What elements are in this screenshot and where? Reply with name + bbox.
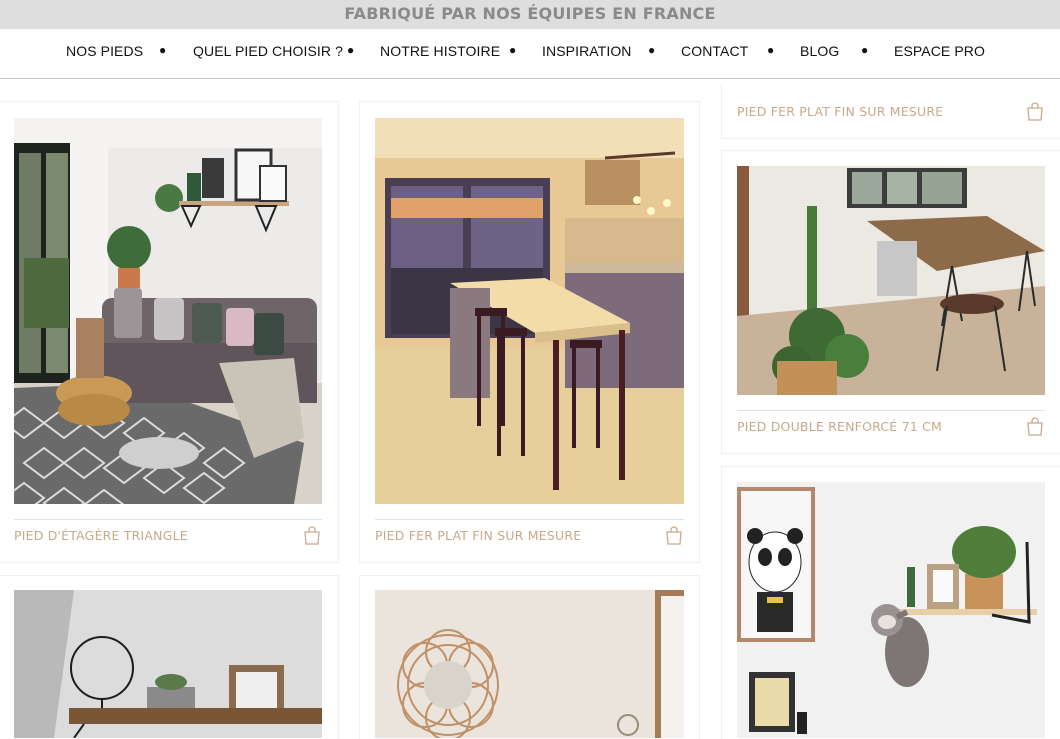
nav-separator: ●: [159, 43, 167, 57]
nav-separator: ●: [509, 43, 517, 57]
product-image-mirror[interactable]: [375, 590, 684, 738]
product-image-console[interactable]: [14, 590, 322, 738]
nav-item-quel-pied-choisir[interactable]: QUEL PIED CHOISIR ?: [193, 43, 343, 59]
product-image-living-room[interactable]: [14, 118, 322, 504]
caption-divider: [737, 410, 1045, 411]
shopping-bag-icon[interactable]: [1025, 416, 1045, 436]
mirror-photo: [375, 590, 684, 738]
product-title[interactable]: PIED FER PLAT FIN SUR MESURE: [375, 528, 581, 543]
nav-separator: ●: [767, 43, 775, 57]
product-image-dining[interactable]: [737, 166, 1045, 395]
living-room-photo: [14, 118, 322, 504]
nav-item-inspiration[interactable]: INSPIRATION: [542, 43, 632, 59]
dining-photo: [737, 166, 1045, 395]
nav-separator: ●: [861, 43, 869, 57]
product-title[interactable]: PIED D'ÉTAGÈRE TRIANGLE: [14, 528, 188, 543]
nav-item-contact[interactable]: CONTACT: [681, 43, 748, 59]
caption-divider: [14, 519, 322, 520]
kitchen-photo: [375, 118, 684, 504]
shopping-bag-icon[interactable]: [664, 525, 684, 545]
console-photo: [14, 590, 322, 738]
product-title[interactable]: PIED FER PLAT FIN SUR MESURE: [737, 104, 943, 119]
nav-item-nos-pieds[interactable]: NOS PIEDS: [66, 43, 143, 59]
nav-item-notre-histoire[interactable]: NOTRE HISTOIRE: [380, 43, 500, 59]
banner-text: FABRIQUÉ PAR NOS ÉQUIPES EN FRANCE: [344, 4, 716, 23]
caption-divider: [375, 519, 684, 520]
product-title[interactable]: PIED DOUBLE RENFORCÉ 71 CM: [737, 419, 942, 434]
main-nav: NOS PIEDS ● QUEL PIED CHOISIR ? ● NOTRE …: [0, 29, 1060, 79]
product-image-wall-shelf[interactable]: [737, 482, 1045, 738]
nav-separator: ●: [347, 43, 355, 57]
nav-item-espace-pro[interactable]: ESPACE PRO: [894, 43, 985, 59]
nav-item-blog[interactable]: BLOG: [800, 43, 839, 59]
shopping-bag-icon[interactable]: [1025, 101, 1045, 121]
wall-shelf-photo: [737, 482, 1045, 738]
product-image-kitchen[interactable]: [375, 118, 684, 504]
nav-separator: ●: [648, 43, 656, 57]
top-banner: FABRIQUÉ PAR NOS ÉQUIPES EN FRANCE: [0, 0, 1060, 29]
shopping-bag-icon[interactable]: [302, 525, 322, 545]
